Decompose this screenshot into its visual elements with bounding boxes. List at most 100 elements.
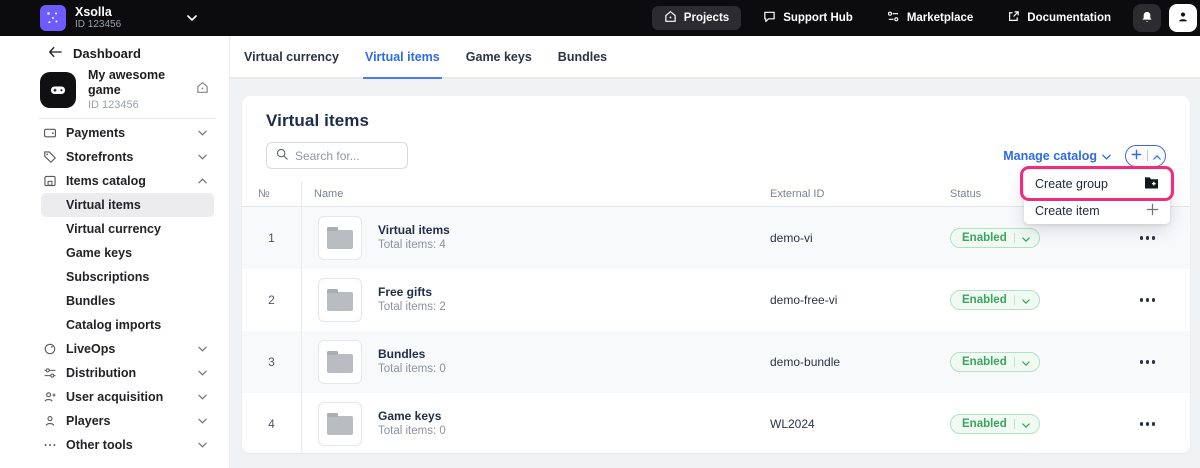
current-project[interactable]: My awesome game ID 123456 [0,68,229,111]
chevron-down-icon [198,370,207,376]
group-name: Virtual items [378,222,450,237]
create-split-button[interactable] [1125,144,1166,167]
tab-virtual-items[interactable]: Virtual items [362,36,442,79]
support-hub-button[interactable]: Support Hub [751,6,865,30]
external-id: demo-bundle [770,355,841,369]
project-id: ID 123456 [88,98,139,111]
tag-icon [42,150,57,164]
status-badge[interactable]: Enabled [950,228,1040,248]
content: Virtual items Manage catalog [230,79,1200,466]
group-total: Total items: 0 [378,363,446,376]
sidebar-item-liveops[interactable]: LiveOps [0,337,229,361]
project-name: My awesome game [88,67,166,98]
divider [1146,150,1148,161]
sidebar-item-items-catalog[interactable]: Items catalog [0,169,229,193]
search-input[interactable] [295,148,398,163]
brand-name: Xsolla [75,4,112,19]
project-switcher[interactable]: Xsolla ID 123456 [40,5,197,31]
home-icon [196,81,209,99]
chevron-down-icon [1102,149,1111,163]
back-to-dashboard[interactable]: Dashboard [0,44,229,62]
back-label: Dashboard [73,45,141,61]
brand-id: ID 123456 [75,19,122,31]
notifications-button[interactable] [1133,4,1161,32]
chevron-down-icon [198,130,207,136]
sidebar-item-virtual-items[interactable]: Virtual items [41,193,214,217]
menu-item-create-group[interactable]: Create group [1024,170,1170,197]
sliders-icon [887,10,900,26]
row-actions-button[interactable] [1145,360,1150,364]
home-icon [664,10,677,26]
xsolla-logo-icon [40,5,66,31]
tab-game-keys[interactable]: Game keys [464,36,534,79]
external-id: demo-free-vi [770,293,838,307]
sidebar-item-virtual-currency[interactable]: Virtual currency [41,217,214,241]
tab-bundles[interactable]: Bundles [556,36,609,79]
sidebar-item-user-acquisition[interactable]: User acquisition [0,385,229,409]
group-name: Free gifts [378,284,433,299]
chevron-down-icon [1021,293,1030,307]
tab-virtual-currency[interactable]: Virtual currency [242,36,341,79]
plus-icon [1131,148,1142,163]
chevron-down-icon [198,154,207,160]
ellipsis-icon [42,438,57,452]
search-icon [276,147,288,165]
group-name: Bundles [378,346,426,361]
sidebar-item-players[interactable]: Players [0,409,229,433]
virtual-items-card: Virtual items Manage catalog [242,96,1190,453]
sidebar-item-subscriptions[interactable]: Subscriptions [41,265,214,289]
sidebar-item-game-keys[interactable]: Game keys [41,241,214,265]
box-icon [42,174,57,188]
sidebar-nav: Payments Storefronts Items catalog Virtu… [0,121,229,457]
page-title: Virtual items [266,111,370,130]
table-row[interactable]: 3 Bundles Total items: 0 demo-bundle Ena… [242,331,1190,393]
chevron-up-icon [198,178,207,184]
catalog-tabs: Virtual currency Virtual items Game keys… [230,36,1200,79]
arrow-left-icon [48,46,62,61]
col-name: Name [314,187,344,200]
status-badge[interactable]: Enabled [950,352,1040,372]
plus-icon [1146,203,1159,219]
sidebar-item-payments[interactable]: Payments [0,121,229,145]
search-box [266,142,408,169]
status-badge[interactable]: Enabled [950,414,1040,434]
table-row[interactable]: 2 Free gifts Total items: 2 demo-free-vi… [242,269,1190,331]
table-row[interactable]: 4 Game keys Total items: 0 WL2024 Enable… [242,393,1190,453]
projects-button[interactable]: Projects [651,6,742,30]
wallet-icon [42,126,57,140]
folder-icon [318,216,362,260]
chevron-down-icon [198,442,207,448]
external-id: demo-vi [770,231,813,245]
project-meta: My awesome game ID 123456 [88,68,196,113]
brand-text: Xsolla ID 123456 [75,4,122,31]
chevron-up-icon [1152,148,1161,163]
row-actions-button[interactable] [1145,298,1150,302]
toolbar: Manage catalog [266,142,1166,169]
chevron-down-icon [198,346,207,352]
manage-catalog-button[interactable]: Manage catalog [1003,149,1111,163]
sidebar-item-bundles[interactable]: Bundles [41,289,214,313]
create-dropdown-menu: Create group Create item [1020,166,1174,224]
chevron-down-icon [1021,355,1030,369]
documentation-button[interactable]: Documentation [995,6,1123,30]
marketplace-button[interactable]: Marketplace [875,6,985,30]
menu-item-create-item[interactable]: Create item [1024,197,1170,224]
folder-plus-icon [1144,176,1159,192]
group-total: Total items: 2 [378,301,446,314]
sidebar-item-storefronts[interactable]: Storefronts [0,145,229,169]
person-icon [1176,10,1190,27]
sidebar-item-distribution[interactable]: Distribution [0,361,229,385]
row-actions-button[interactable] [1145,236,1150,240]
status-badge[interactable]: Enabled [950,290,1040,310]
sidebar: Dashboard My awesome game ID 123456 Paym… [0,36,230,468]
folder-icon [318,340,362,384]
group-total: Total items: 4 [378,239,446,252]
folder-icon [318,278,362,322]
row-actions-button[interactable] [1145,422,1150,426]
group-name: Game keys [378,408,442,423]
folder-icon [318,402,362,446]
sidebar-item-catalog-imports[interactable]: Catalog imports [41,313,214,337]
sidebar-item-other-tools[interactable]: Other tools [0,433,229,457]
account-button[interactable] [1169,4,1197,32]
chevron-down-icon [198,418,207,424]
